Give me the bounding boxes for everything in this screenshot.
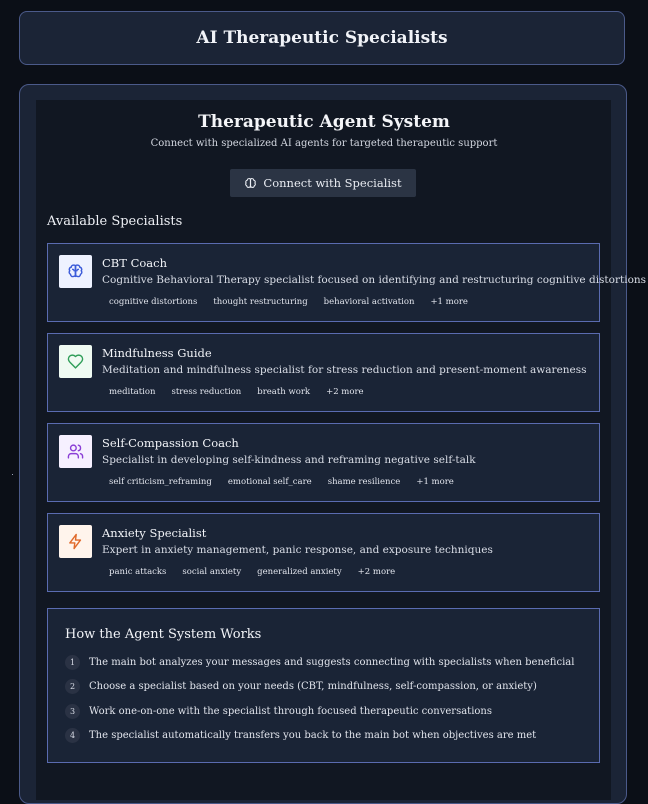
specialist-card-anxiety-specialist[interactable]: Anxiety Specialist Expert in anxiety man…	[47, 513, 600, 592]
lightning-icon	[59, 525, 92, 558]
more-tags-count: +2 more	[326, 387, 364, 397]
more-tags-count: +1 more	[430, 297, 468, 307]
heart-icon	[59, 345, 92, 378]
specialty-tag: social anxiety	[182, 567, 242, 577]
system-title: Therapeutic Agent System	[198, 112, 450, 132]
step-item: 1 The main bot analyzes your messages an…	[65, 655, 574, 670]
specialist-description: Expert in anxiety management, panic resp…	[102, 544, 493, 556]
step-text: Work one-on-one with the specialist thro…	[89, 706, 492, 717]
step-number: 2	[65, 679, 80, 694]
specialist-card-mindfulness-guide[interactable]: Mindfulness Guide Meditation and mindful…	[47, 333, 600, 412]
specialist-name: Mindfulness Guide	[102, 346, 212, 360]
how-it-works-title: How the Agent System Works	[65, 627, 262, 642]
specialty-tag: self criticism_reframing	[109, 477, 212, 487]
page-title: AI Therapeutic Specialists	[196, 28, 448, 48]
connect-button-label: Connect with Specialist	[263, 176, 402, 190]
specialty-tag: breath work	[257, 387, 311, 397]
specialist-name: CBT Coach	[102, 256, 168, 270]
step-text: The specialist automatically transfers y…	[89, 730, 537, 741]
specialist-card-cbt-coach[interactable]: CBT Coach Cognitive Behavioral Therapy s…	[47, 243, 646, 322]
specialty-tag: thought restructuring	[213, 297, 308, 307]
available-specialists-heading: Available Specialists	[47, 214, 183, 229]
specialty-tag: meditation	[109, 387, 156, 397]
brain-icon	[59, 255, 92, 288]
specialty-tag: stress reduction	[171, 387, 242, 397]
specialty-tag: shame resilience	[327, 477, 401, 487]
specialist-name: Anxiety Specialist	[102, 526, 207, 540]
specialist-description: Cognitive Behavioral Therapy specialist …	[102, 274, 647, 286]
brain-icon	[244, 177, 257, 190]
more-tags-count: +2 more	[357, 567, 396, 577]
decorative-dot	[12, 474, 13, 475]
step-item: 3 Work one-on-one with the specialist th…	[65, 704, 492, 719]
step-number: 1	[65, 655, 80, 670]
step-text: The main bot analyzes your messages and …	[89, 657, 575, 668]
specialist-tags: meditation stress reduction breath work …	[102, 385, 373, 399]
more-tags-count: +1 more	[416, 477, 454, 487]
specialist-name: Self-Compassion Coach	[102, 436, 239, 450]
step-item: 2 Choose a specialist based on your need…	[65, 679, 537, 694]
step-text: Choose a specialist based on your needs …	[89, 681, 537, 692]
specialty-tag: generalized anxiety	[257, 567, 342, 577]
specialist-card-self-compassion-coach[interactable]: Self-Compassion Coach Specialist in deve…	[47, 423, 600, 502]
system-subtitle: Connect with specialized AI agents for t…	[150, 138, 498, 149]
specialist-tags: cognitive distortions thought restructur…	[102, 295, 477, 309]
specialist-description: Meditation and mindfulness specialist fo…	[102, 364, 587, 376]
users-icon	[59, 435, 92, 468]
specialty-tag: cognitive distortions	[109, 297, 198, 307]
specialty-tag: emotional self_care	[227, 477, 312, 487]
specialist-tags: panic attacks social anxiety generalized…	[102, 565, 404, 579]
header-card: AI Therapeutic Specialists	[19, 11, 625, 65]
connect-specialist-button[interactable]: Connect with Specialist	[230, 169, 416, 197]
specialist-tags: self criticism_reframing emotional self_…	[102, 475, 463, 489]
specialty-tag: behavioral activation	[323, 297, 415, 307]
step-number: 4	[65, 728, 80, 743]
specialty-tag: panic attacks	[109, 567, 167, 577]
step-number: 3	[65, 704, 80, 719]
specialist-description: Specialist in developing self-kindness a…	[102, 454, 476, 466]
step-item: 4 The specialist automatically transfers…	[65, 728, 536, 743]
how-it-works-card: How the Agent System Works 1 The main bo…	[47, 608, 600, 763]
